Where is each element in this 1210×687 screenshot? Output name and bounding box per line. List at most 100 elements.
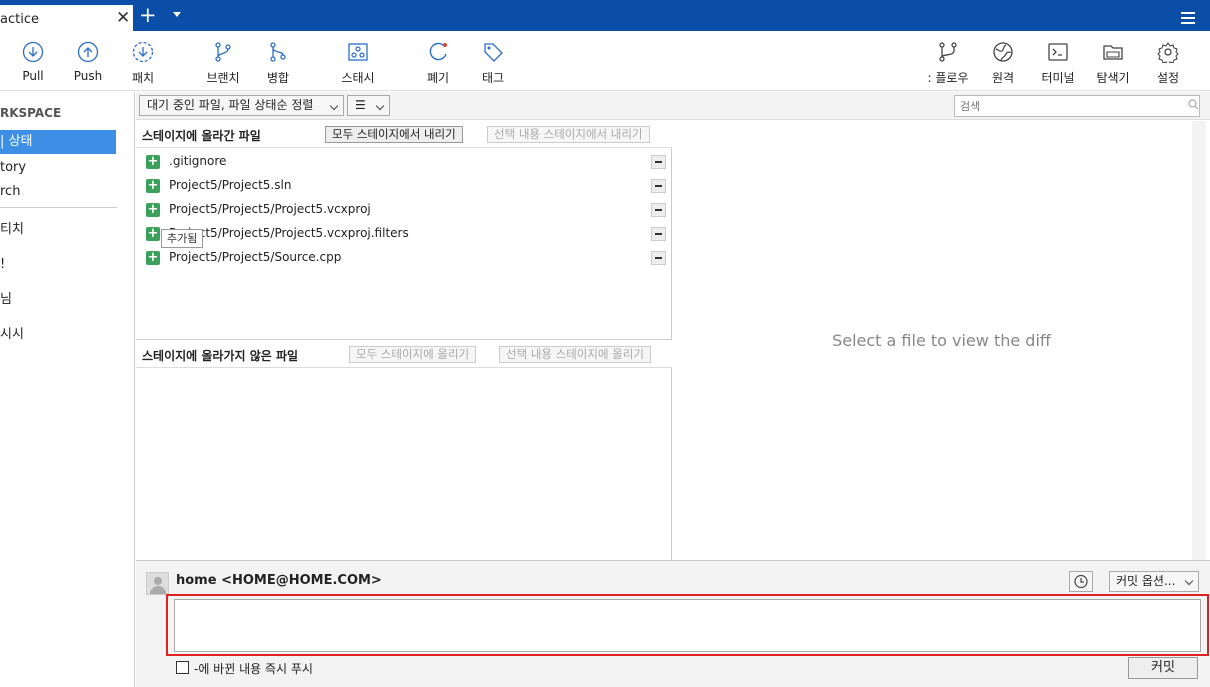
sidebar-item-search[interactable]: rch (0, 180, 116, 204)
sidebar: RKSPACE | 상태 tory rch 티치 ! 님 시시 (0, 92, 135, 687)
pull-icon (22, 41, 44, 63)
staged-file-row[interactable]: + Project5/Project5.sln (136, 174, 672, 198)
file-name: Project5/Project5/Project5.vcxproj.filte… (169, 226, 409, 240)
added-icon: + (146, 178, 160, 193)
stage-selected-button[interactable]: 선택 내용 스테이지에 올리기 (499, 346, 651, 363)
stash-button[interactable]: 스태시 (328, 31, 388, 91)
sidebar-group-remotes[interactable]: 님 (0, 288, 116, 312)
repo-tab[interactable]: actice ✕ (0, 5, 133, 31)
branch-button[interactable]: 브랜치 (193, 31, 253, 91)
staged-file-row[interactable]: + Project5/Project5/Project5.vcxproj (136, 198, 672, 222)
search-icon (1188, 99, 1199, 110)
staged-header: 스테이지에 올라간 파일 모두 스테이지에서 내리기 선택 내용 스테이지에서 … (136, 121, 672, 148)
staged-file-row[interactable]: + Project5/Project5/Project5.vcxproj.fil… (136, 222, 672, 246)
stash-label: 스태시 (341, 71, 375, 85)
unstage-file-button[interactable] (651, 251, 666, 265)
fetch-icon (132, 41, 154, 63)
title-bar: actice ✕ + (0, 0, 1210, 31)
added-icon: + (146, 226, 160, 241)
toolbar: Pull Push 패치 브랜치 병합 스태시 폐기 태그 : 플로우 원격 터… (0, 31, 1210, 91)
search-input[interactable] (954, 95, 1200, 117)
add-tab-icon[interactable]: + (139, 5, 157, 26)
staged-file-row[interactable]: + Project5/Project5/Source.cpp (136, 246, 672, 270)
sort-dropdown[interactable]: 대기 중인 파일, 파일 상태순 정렬 (139, 95, 344, 116)
settings-button[interactable]: 설정 (1138, 31, 1198, 91)
fetch-button[interactable]: 패치 (113, 31, 173, 91)
filter-bar: 대기 중인 파일, 파일 상태순 정렬 ☰ (136, 92, 1210, 120)
discard-button[interactable]: 폐기 (408, 31, 468, 91)
pull-button[interactable]: Pull (3, 31, 63, 91)
push-button[interactable]: Push (58, 31, 118, 91)
globe-icon (993, 42, 1013, 62)
tag-label: 태그 (481, 71, 505, 85)
unstage-file-button[interactable] (651, 227, 666, 241)
file-name: Project5/Project5/Source.cpp (169, 250, 342, 264)
avatar (146, 572, 169, 595)
repo-tab-label: actice (0, 12, 39, 27)
added-icon: + (146, 154, 160, 169)
added-icon: + (146, 202, 160, 217)
staged-files-panel: 스테이지에 올라간 파일 모두 스테이지에서 내리기 선택 내용 스테이지에서 … (136, 121, 672, 340)
explorer-label: 탐색기 (1096, 71, 1130, 85)
close-icon[interactable]: ✕ (116, 8, 130, 28)
pull-label: Pull (22, 69, 44, 83)
explorer-button[interactable]: 탐색기 (1083, 31, 1143, 91)
push-immediately-label: -에 바뀐 내용 즉시 푸시 (194, 662, 313, 676)
unstaged-files-panel: 스테이지에 올라가지 않은 파일 모두 스테이지에 올리기 선택 내용 스테이지… (136, 341, 672, 560)
file-name: Project5/Project5/Project5.vcxproj (169, 202, 371, 216)
sidebar-group-stashes[interactable]: 시시 (0, 323, 116, 347)
menu-icon[interactable] (1181, 12, 1195, 27)
stage-all-button[interactable]: 모두 스테이지에 올리기 (349, 346, 477, 363)
unstage-file-button[interactable] (651, 155, 666, 169)
discard-label: 폐기 (426, 71, 450, 85)
chevron-down-icon (1184, 576, 1194, 586)
commit-options-dropdown[interactable]: 커밋 옵션... (1109, 571, 1199, 592)
merge-label: 병합 (266, 71, 290, 85)
staged-file-row[interactable]: + .gitignore (136, 150, 672, 174)
commit-author: home <HOME@HOME.COM> (176, 573, 382, 588)
git-flow-button[interactable]: : 플로우 (918, 31, 978, 91)
clock-icon (1074, 574, 1088, 589)
file-name: .gitignore (169, 154, 227, 168)
terminal-button[interactable]: 터미널 (1028, 31, 1088, 91)
commit-message-input[interactable] (174, 599, 1201, 652)
unstage-all-button[interactable]: 모두 스테이지에서 내리기 (325, 126, 463, 143)
diff-panel: Select a file to view the diff (673, 121, 1210, 560)
added-tooltip: 추가됨 (161, 229, 204, 248)
git-flow-icon (939, 42, 957, 62)
push-label: Push (73, 69, 103, 83)
sidebar-item-history[interactable]: tory (0, 156, 116, 180)
unstage-file-button[interactable] (651, 179, 666, 193)
gear-icon (1157, 42, 1179, 63)
commit-button[interactable]: 커밋 (1128, 657, 1198, 679)
settings-label: 설정 (1156, 71, 1180, 85)
sidebar-item-file-status[interactable]: | 상태 (0, 130, 116, 154)
push-immediately-checkbox[interactable] (176, 661, 189, 674)
sidebar-group-tags[interactable]: ! (0, 253, 116, 277)
workspace-heading: RKSPACE (0, 106, 62, 120)
chevron-down-icon (329, 101, 339, 111)
unstage-selected-button[interactable]: 선택 내용 스테이지에서 내리기 (487, 126, 650, 143)
remote-button[interactable]: 원격 (973, 31, 1033, 91)
merge-button[interactable]: 병합 (248, 31, 308, 91)
stash-icon (348, 43, 368, 61)
unstage-file-button[interactable] (651, 203, 666, 217)
commit-history-button[interactable] (1069, 571, 1093, 592)
commit-area: home <HOME@HOME.COM> 커밋 옵션... -에 바뀐 내용 즉… (136, 560, 1210, 687)
unstaged-header: 스테이지에 올라가지 않은 파일 모두 스테이지에 올리기 선택 내용 스테이지… (136, 341, 672, 368)
git-flow-label: : 플로우 (927, 71, 969, 85)
view-mode-dropdown[interactable]: ☰ (347, 95, 390, 116)
staged-title: 스테이지에 올라간 파일 (142, 129, 261, 143)
sidebar-divider (0, 207, 117, 208)
sidebar-group-branches[interactable]: 티치 (0, 218, 116, 242)
sort-dropdown-label: 대기 중인 파일, 파일 상태순 정렬 (147, 98, 314, 112)
terminal-icon (1048, 43, 1068, 61)
commit-options-label: 커밋 옵션... (1116, 574, 1176, 588)
diff-scrollbar[interactable] (1192, 121, 1206, 560)
push-icon (77, 41, 99, 63)
list-view-icon: ☰ (355, 98, 366, 112)
tag-button[interactable]: 태그 (463, 31, 523, 91)
tab-menu-chevron-icon[interactable] (173, 12, 181, 17)
branch-icon (215, 42, 231, 62)
unstaged-title: 스테이지에 올라가지 않은 파일 (142, 349, 299, 363)
